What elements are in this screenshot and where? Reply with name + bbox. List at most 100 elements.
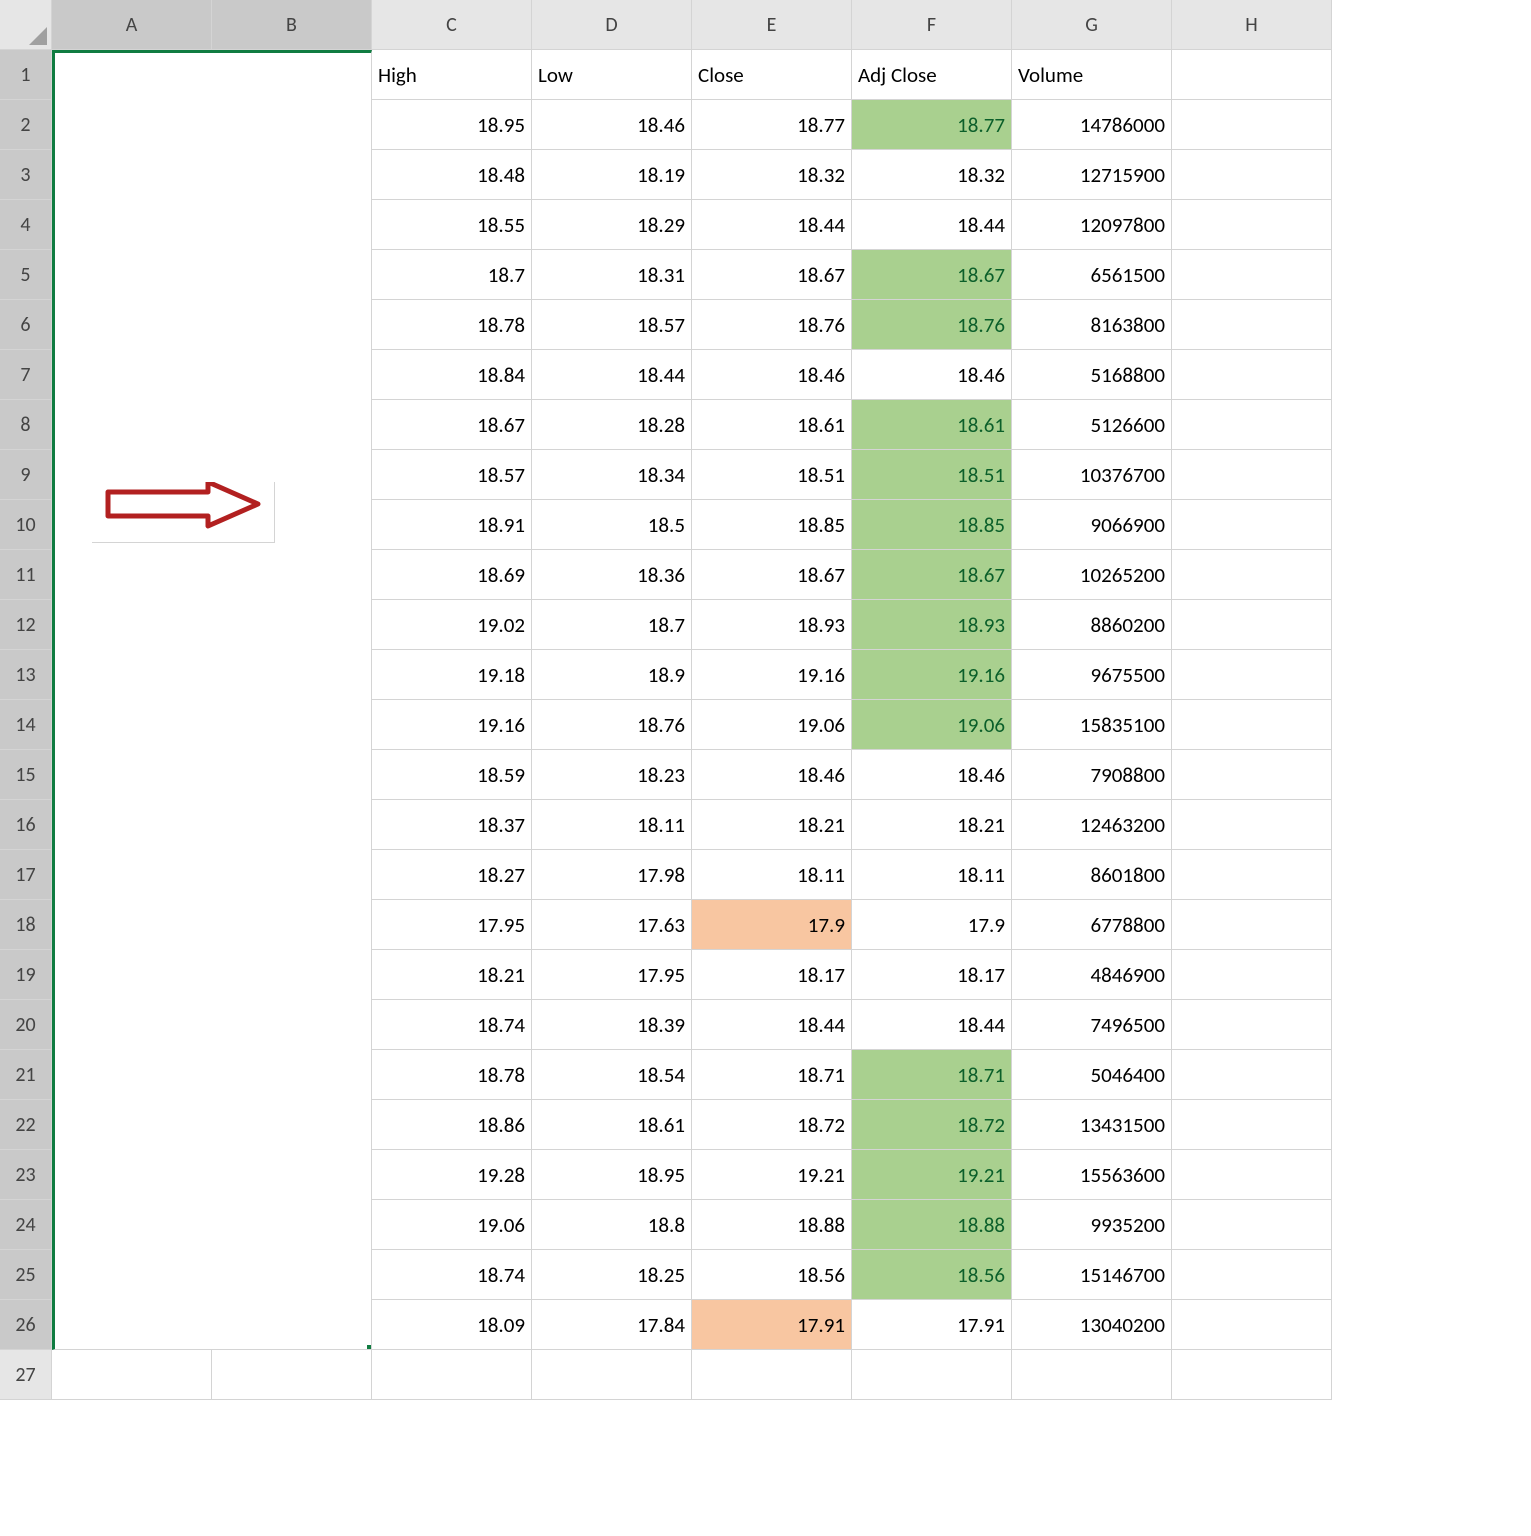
header-cell-H[interactable] [1172,50,1332,100]
cell-A6[interactable]: 27-06-2022 [52,300,212,350]
cell-B18[interactable]: 17.8 [212,900,372,950]
header-cell-E[interactable]: Close [692,50,852,100]
cell-F6[interactable]: 18.76 [852,300,1012,350]
cell-B4[interactable]: 18.45 [212,200,372,250]
cell-F19[interactable]: 18.17 [852,950,1012,1000]
cell-C19[interactable]: 18.21 [372,950,532,1000]
cell-G13[interactable]: 9675500 [1012,650,1172,700]
cell-H8[interactable] [1172,400,1332,450]
row-header-25[interactable]: 25 [0,1250,52,1300]
cell-D10[interactable]: 18.5 [532,500,692,550]
cell-D3[interactable]: 18.19 [532,150,692,200]
cell-H17[interactable] [1172,850,1332,900]
cell-G7[interactable]: 5168800 [1012,350,1172,400]
cell-A5[interactable]: 24-06-2022 [52,250,212,300]
cell-D2[interactable]: 18.46 [532,100,692,150]
cell-E26[interactable]: 17.91 [692,1300,852,1350]
row-header-12[interactable]: 12 [0,600,52,650]
row-header-7[interactable]: 7 [0,350,52,400]
cell-G10[interactable]: 9066900 [1012,500,1172,550]
cell-C26[interactable]: 18.09 [372,1300,532,1350]
cell-E14[interactable]: 19.06 [692,700,852,750]
cell-A4[interactable]: 23-06-2022 [52,200,212,250]
cell-B6[interactable]: 18.76 [212,300,372,350]
cell-F5[interactable]: 18.67 [852,250,1012,300]
cell-E7[interactable]: 18.46 [692,350,852,400]
header-cell-B[interactable]: Open [212,50,372,100]
cell-C21[interactable]: 18.78 [372,1050,532,1100]
cell-A17[interactable]: 13-07-2022 [52,850,212,900]
spreadsheet-grid[interactable]: ABCDEFGH1DateOpenHighLowCloseAdj CloseVo… [0,0,1531,1400]
cell-G19[interactable]: 4846900 [1012,950,1172,1000]
select-all-corner[interactable] [0,0,52,50]
cell-H9[interactable] [1172,450,1332,500]
cell-C8[interactable]: 18.67 [372,400,532,450]
cell-E17[interactable]: 18.11 [692,850,852,900]
cell-H15[interactable] [1172,750,1332,800]
cell-F21[interactable]: 18.71 [852,1050,1012,1100]
cell-E23[interactable]: 19.21 [692,1150,852,1200]
cell-D14[interactable]: 18.76 [532,700,692,750]
cell-G2[interactable]: 14786000 [1012,100,1172,150]
column-header-D[interactable]: D [532,0,692,50]
row-header-2[interactable]: 2 [0,100,52,150]
cell-G22[interactable]: 13431500 [1012,1100,1172,1150]
cell-C12[interactable]: 19.02 [372,600,532,650]
cell-C27[interactable] [372,1350,532,1400]
cell-F7[interactable]: 18.46 [852,350,1012,400]
cell-A9[interactable]: 30-06-2022 [52,450,212,500]
cell-B21[interactable]: 18.6 [212,1050,372,1100]
row-header-17[interactable]: 17 [0,850,52,900]
row-header-5[interactable]: 5 [0,250,52,300]
cell-G21[interactable]: 5046400 [1012,1050,1172,1100]
cell-G26[interactable]: 13040200 [1012,1300,1172,1350]
cell-B12[interactable]: 18.7 [212,600,372,650]
row-header-23[interactable]: 23 [0,1150,52,1200]
cell-G18[interactable]: 6778800 [1012,900,1172,950]
cell-F24[interactable]: 18.88 [852,1200,1012,1250]
cell-F26[interactable]: 17.91 [852,1300,1012,1350]
cell-E19[interactable]: 18.17 [692,950,852,1000]
header-cell-F[interactable]: Adj Close [852,50,1012,100]
cell-A20[interactable]: 18-07-2022 [52,1000,212,1050]
cell-C15[interactable]: 18.59 [372,750,532,800]
cell-H16[interactable] [1172,800,1332,850]
cell-H14[interactable] [1172,700,1332,750]
cell-H26[interactable] [1172,1300,1332,1350]
cell-H25[interactable] [1172,1250,1332,1300]
cell-H12[interactable] [1172,600,1332,650]
column-header-B[interactable]: B [212,0,372,50]
cell-G14[interactable]: 15835100 [1012,700,1172,750]
cell-F2[interactable]: 18.77 [852,100,1012,150]
row-header-19[interactable]: 19 [0,950,52,1000]
column-header-G[interactable]: G [1012,0,1172,50]
row-header-10[interactable]: 10 [0,500,52,550]
cell-G9[interactable]: 10376700 [1012,450,1172,500]
cell-H22[interactable] [1172,1100,1332,1150]
cell-C2[interactable]: 18.95 [372,100,532,150]
cell-G25[interactable]: 15146700 [1012,1250,1172,1300]
cell-E6[interactable]: 18.76 [692,300,852,350]
cell-C7[interactable]: 18.84 [372,350,532,400]
cell-G16[interactable]: 12463200 [1012,800,1172,850]
cell-F11[interactable]: 18.67 [852,550,1012,600]
cell-A12[interactable]: 06-07-2022 [52,600,212,650]
cell-D16[interactable]: 18.11 [532,800,692,850]
cell-G27[interactable] [1012,1350,1172,1400]
cell-G12[interactable]: 8860200 [1012,600,1172,650]
cell-D25[interactable]: 18.25 [532,1250,692,1300]
cell-D11[interactable]: 18.36 [532,550,692,600]
cell-G4[interactable]: 12097800 [1012,200,1172,250]
row-header-20[interactable]: 20 [0,1000,52,1050]
cell-C9[interactable]: 18.57 [372,450,532,500]
cell-F13[interactable]: 19.16 [852,650,1012,700]
cell-F18[interactable]: 17.9 [852,900,1012,950]
cell-G5[interactable]: 6561500 [1012,250,1172,300]
row-header-6[interactable]: 6 [0,300,52,350]
header-cell-C[interactable]: High [372,50,532,100]
cell-A23[interactable]: 21-07-2022 [52,1150,212,1200]
column-header-C[interactable]: C [372,0,532,50]
cell-F12[interactable]: 18.93 [852,600,1012,650]
cell-A13[interactable]: 07-07-2022 [52,650,212,700]
cell-F17[interactable]: 18.11 [852,850,1012,900]
